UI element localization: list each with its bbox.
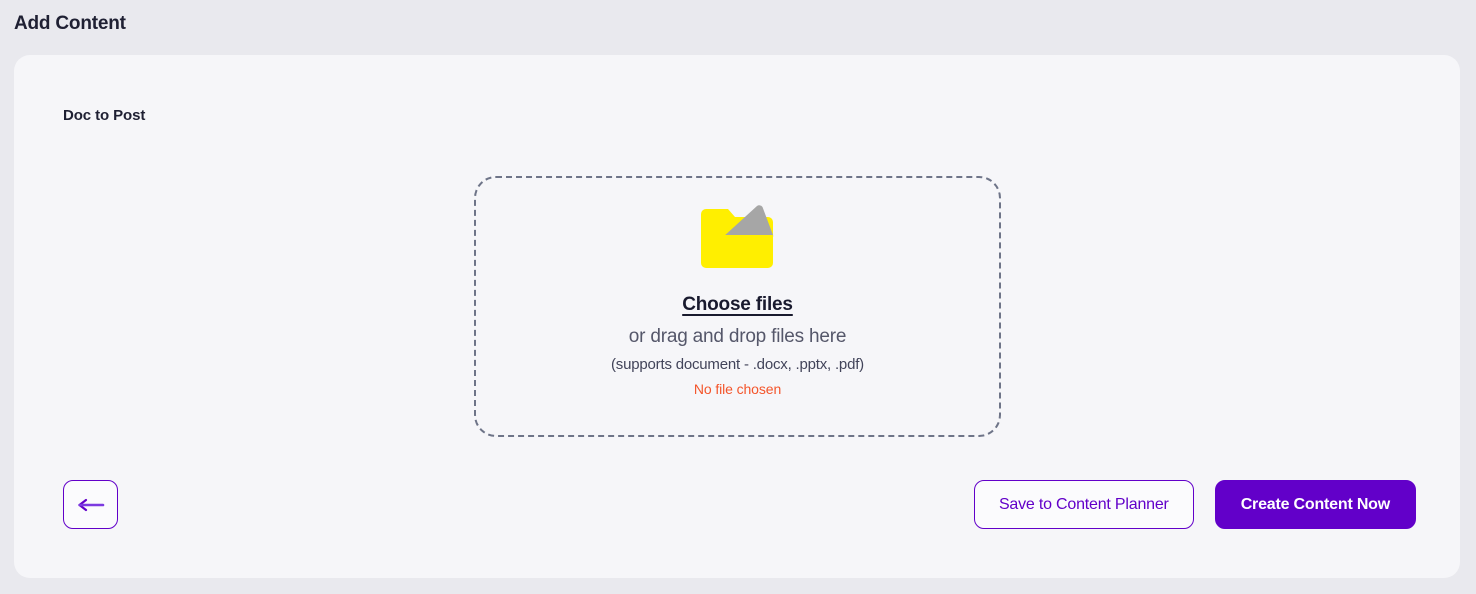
drag-drop-text: or drag and drop files here: [628, 326, 847, 347]
arrow-left-icon: [76, 496, 106, 514]
page-title: Add Content: [14, 12, 126, 34]
add-content-card: Doc to Post Choose files or drag and dro…: [14, 55, 1460, 578]
section-label: Doc to Post: [63, 107, 146, 124]
file-dropzone[interactable]: Choose files or drag and drop files here…: [474, 176, 1001, 437]
footer-actions: Save to Content Planner Create Content N…: [973, 480, 1416, 529]
file-status-text: No file chosen: [693, 381, 782, 397]
supported-formats-text: (supports document - .docx, .pptx, .pdf): [611, 356, 864, 373]
save-to-content-planner-button[interactable]: Save to Content Planner: [973, 480, 1194, 529]
add-content-page: Add Content Doc to Post Choose files or …: [0, 0, 1476, 594]
choose-files-link[interactable]: Choose files: [682, 294, 793, 316]
back-button[interactable]: [63, 480, 118, 529]
create-content-now-button[interactable]: Create Content Now: [1214, 480, 1416, 529]
folder-with-document-icon: [697, 202, 779, 272]
page-header: Add Content: [0, 0, 1476, 47]
